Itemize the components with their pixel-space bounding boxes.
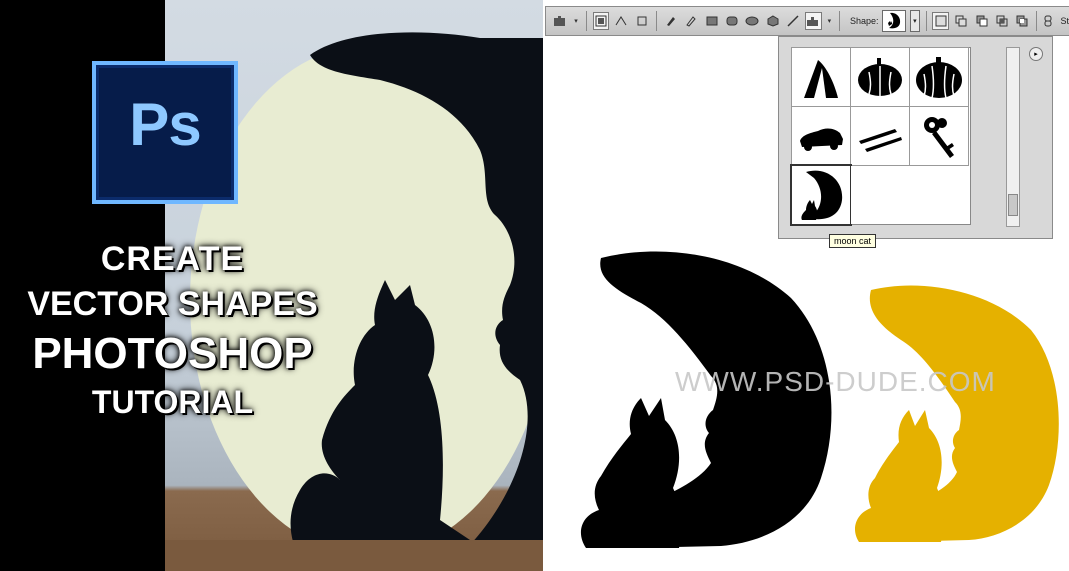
ellipse-tool-button[interactable] [744,12,760,30]
rounded-rectangle-icon [726,16,738,26]
separator [585,11,587,31]
separator [655,11,657,31]
tool-preset-icon[interactable] [552,12,568,30]
line-tool-button[interactable] [785,12,801,30]
tool-preset-dropdown[interactable]: ▾ [572,12,579,30]
new-shape-layer-button[interactable] [932,12,949,30]
moon-cat-shape-icon [801,170,843,220]
car-icon [800,128,843,151]
ellipse-icon [745,16,759,26]
panel-menu-button[interactable]: ▸ [1029,47,1043,61]
shape-grid [790,47,971,226]
options-bar: ▾ ▾ Shape: ▾ St [545,6,1069,36]
shape-cell-dashes[interactable] [850,106,910,166]
shape-layers-icon [595,15,607,27]
shape-picker-swatch[interactable] [882,10,907,32]
exclude-area-icon [1016,15,1028,27]
separator [839,11,840,31]
exclude-overlap-button[interactable] [1014,12,1030,30]
key-icon [924,117,954,158]
shape-cell-empty [910,166,968,224]
yellow-moon-cat-shape [855,285,1059,542]
fill-pixels-icon [637,16,647,26]
subtract-shape-area-button[interactable] [973,12,989,30]
shape-cell-pumpkin-2[interactable] [909,47,969,107]
link-icon[interactable] [1043,12,1052,30]
shape-cell-empty [851,166,909,224]
chain-icon [1044,15,1052,27]
custom-shape-button[interactable] [805,12,822,30]
title-line-3: PHOTOSHOP [32,329,313,378]
shape-cell-car[interactable] [791,106,851,166]
title-line-1: CREATE [100,240,245,278]
tent-shape-icon [804,60,838,98]
tutorial-title: CREATE VECTOR SHAPES PHOTOSHOP TUTORIAL [0,236,345,422]
paths-button[interactable] [613,12,629,30]
photoshop-logo: Ps [92,61,238,204]
scrollbar-thumb[interactable] [1008,194,1018,216]
shelf [165,540,543,571]
title-line-4: TUTORIAL [91,384,254,420]
panel-scrollbar[interactable] [1006,47,1020,227]
shape-layers-button[interactable] [592,12,610,30]
line-icon [787,15,799,27]
dash-shape-icon [859,129,902,152]
shape-label: Shape: [849,16,879,26]
geometry-options-dropdown[interactable]: ▾ [826,12,833,30]
separator [1036,11,1038,31]
rounded-rectangle-button[interactable] [724,12,740,30]
shape-cell-tent[interactable] [791,47,851,107]
style-label: St [1060,16,1069,26]
watermark-text: WWW.PSD-DUDE.COM [675,366,996,397]
freeform-pen-icon [686,16,696,27]
paths-icon [615,16,627,26]
title-line-2: VECTOR SHAPES [27,285,318,323]
shape-picker-dropdown[interactable]: ▾ [910,10,920,32]
new-layer-icon [935,15,947,27]
pumpkin-icon [858,58,902,96]
freeform-pen-button[interactable] [683,12,699,30]
polygon-tool-button[interactable] [765,12,781,30]
puzzle-icon [554,16,566,26]
shape-tooltip: moon cat [829,234,877,248]
separator [925,11,927,31]
polygon-icon [767,15,779,27]
subtract-area-icon [976,15,988,27]
pen-tool-button[interactable] [663,12,679,30]
intersect-shape-area-button[interactable] [994,12,1010,30]
rectangle-icon [706,16,718,26]
photoshop-logo-text: Ps [129,91,201,158]
pen-icon [666,17,675,26]
custom-shape-picker-panel: ▸ [778,36,1053,239]
custom-shape-icon [807,17,819,26]
photoshop-logo-inner: Ps [96,65,234,200]
shape-cell-pumpkin[interactable] [850,47,910,107]
photoshop-screenshot: ▾ ▾ Shape: ▾ St ▸ moon cat WWW.PSD-DUDE.… [543,0,1069,571]
moon-cat-icon [888,12,901,29]
shape-cell-moon-cat[interactable] [790,164,852,226]
intersect-area-icon [996,15,1008,27]
tutorial-cover: Ps CREATE VECTOR SHAPES PHOTOSHOP TUTORI… [0,0,543,571]
rectangle-tool-button[interactable] [703,12,719,30]
shape-cell-key[interactable] [909,106,969,166]
pumpkin-2-icon [916,57,962,99]
add-shape-area-button[interactable] [953,12,969,30]
add-area-icon [955,15,967,27]
fill-pixels-button[interactable] [633,12,649,30]
black-moon-cat-shape [580,251,832,548]
